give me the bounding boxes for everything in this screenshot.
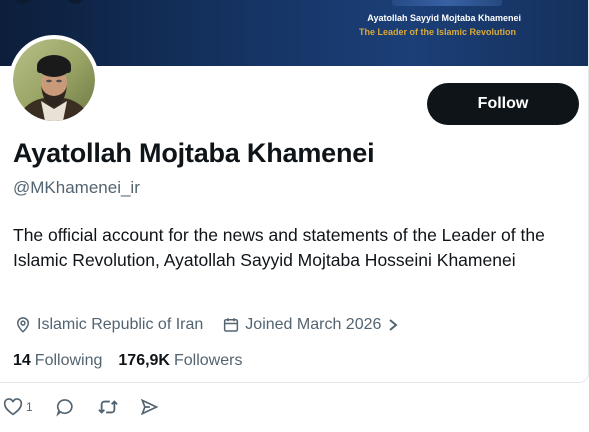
follow-stats: 14 Following 176,9K Followers xyxy=(13,352,242,370)
share-icon xyxy=(139,397,159,417)
profile-meta: Islamic Republic of Iran Joined March 20… xyxy=(13,314,399,336)
banner-emblem xyxy=(392,0,502,6)
following-label: Following xyxy=(34,352,103,369)
like-button[interactable]: 1 xyxy=(3,398,33,416)
calendar-icon xyxy=(221,315,241,335)
heart-icon xyxy=(3,398,23,416)
avatar[interactable] xyxy=(9,35,99,125)
share-button[interactable] xyxy=(139,397,159,417)
repost-button[interactable] xyxy=(97,397,119,417)
profile-bio: The official account for the news and st… xyxy=(13,225,545,270)
repost-icon xyxy=(97,397,119,417)
reply-button[interactable] xyxy=(55,397,75,417)
profile-display-name: Ayatollah Mojtaba Khamenei xyxy=(13,138,375,168)
location-item: Islamic Republic of Iran xyxy=(13,315,203,335)
joined-text: Joined March 2026 xyxy=(245,316,382,333)
like-count: 1 xyxy=(26,400,33,414)
banner-subtitle: The Leader of the Islamic Revolution xyxy=(358,27,516,37)
reply-icon xyxy=(55,397,75,417)
following-count: 14 xyxy=(13,352,31,369)
joined-item[interactable]: Joined March 2026 xyxy=(221,315,399,335)
banner-decoration xyxy=(66,0,84,4)
profile-photo xyxy=(13,39,95,121)
location-text: Islamic Republic of Iran xyxy=(37,316,204,333)
page: Ayatollah Sayyid Mojtaba Khamenei The Le… xyxy=(0,0,589,432)
follow-button[interactable]: Follow xyxy=(427,83,579,125)
profile-card: Ayatollah Sayyid Mojtaba Khamenei The Le… xyxy=(0,0,589,383)
followers-label: Followers xyxy=(173,352,243,369)
followers-count: 176,9K xyxy=(118,352,170,369)
chevron-right-icon xyxy=(387,318,399,332)
banner-decoration xyxy=(14,0,32,4)
following-link[interactable]: 14 Following xyxy=(13,352,102,370)
profile-handle: @MKhamenei_ir xyxy=(13,178,140,197)
banner-title: Ayatollah Sayyid Mojtaba Khamenei xyxy=(367,13,521,23)
post-action-bar: 1 xyxy=(0,396,159,418)
location-pin-icon xyxy=(13,315,33,335)
followers-link[interactable]: 176,9K Followers xyxy=(118,352,242,370)
